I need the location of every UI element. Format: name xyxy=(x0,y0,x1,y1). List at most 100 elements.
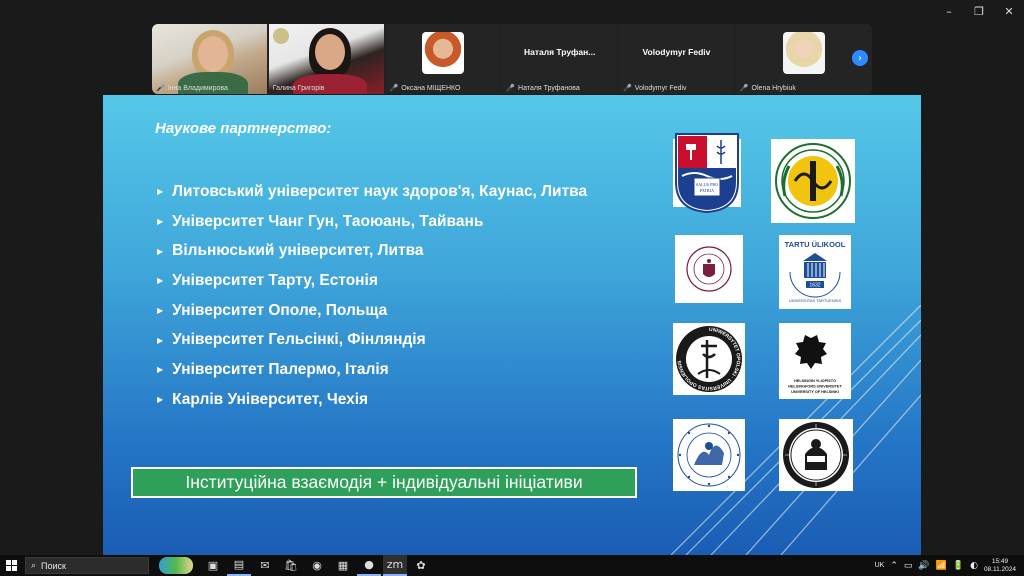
participant-tile[interactable]: Volodymyr Fediv 🎤 Volodymyr Fediv xyxy=(619,24,734,94)
helsinki-line-2: HELSINGFORS UNIVERSITET xyxy=(788,385,842,389)
system-tray: UK ⌃ ▭ 🔊 📶 🔋 ◐ 15:49 08.11.2024 xyxy=(875,555,1024,576)
folder-icon[interactable]: ▦ xyxy=(331,555,355,576)
list-item: ▶ Університет Гельсінкі, Фінляндія xyxy=(157,325,587,355)
participant-label: 🎤 Olena Hrybiuk xyxy=(740,84,796,92)
tartu-year: 1632 xyxy=(809,283,820,289)
partner-name: Литовський університет наук здоров'я, Ка… xyxy=(172,182,588,200)
participant-name: Volodymyr Fediv xyxy=(634,84,687,92)
zoom-icon[interactable]: zm xyxy=(383,555,407,576)
minimize-button[interactable]: – xyxy=(934,0,964,22)
list-item: ▶ Університет Тарту, Естонія xyxy=(157,266,587,296)
participant-tile[interactable]: 🎤 Інна Владимирова xyxy=(152,24,267,94)
language-indicator[interactable]: UK xyxy=(875,562,885,569)
participant-video xyxy=(268,24,384,94)
store-icon[interactable]: 🛍 xyxy=(279,555,303,576)
chevron-up-icon[interactable]: ⌃ xyxy=(890,561,898,571)
list-item: ▶ Університет Чанг Гун, Таоюань, Тайвань xyxy=(157,207,587,237)
participant-label: 🎤 Оксана МІЩЕНКО xyxy=(390,84,461,92)
list-item: ▶ Університет Ополе, Польща xyxy=(157,296,587,326)
meet-now-icon[interactable]: ◐ xyxy=(970,561,978,571)
network-icon[interactable]: 📶 xyxy=(936,561,947,571)
windows-taskbar: ⌕ Поиск ▣ ▤ ✉ 🛍 ◉ ▦ ● zm ✿ UK ⌃ ▭ 🔊 📶 🔋 … xyxy=(0,555,1024,576)
partner-name: Університет Ополе, Польща xyxy=(172,301,388,319)
svg-text:SALUS PRO: SALUS PRO xyxy=(696,182,718,187)
mic-muted-icon: 🎤 xyxy=(623,84,632,92)
list-item: ▶ Литовський університет наук здоров'я, К… xyxy=(157,177,587,207)
bullet-icon: ▶ xyxy=(157,395,164,405)
list-item: ▶ Університет Палермо, Італія xyxy=(157,355,587,385)
svg-text:PATRIA: PATRIA xyxy=(700,188,714,193)
participant-label: 🎤 Наталя Труфанова xyxy=(506,84,579,92)
bullet-icon: ▶ xyxy=(157,246,164,256)
file-explorer-icon[interactable]: ▤ xyxy=(227,555,251,576)
tartu-university-logo: TARTU ÜLIKOOL 1632 UNIVERSITAS TARTUENSI… xyxy=(779,235,851,309)
edge-icon[interactable]: ◉ xyxy=(305,555,329,576)
tartu-ring-text: UNIVERSITAS TARTUENSIS xyxy=(789,298,842,303)
participant-name: Olena Hrybiuk xyxy=(751,84,796,92)
clock[interactable]: 15:49 08.11.2024 xyxy=(984,558,1016,574)
participant-tile[interactable]: 🎤 Оксана МІЩЕНКО xyxy=(385,24,501,94)
participant-display-name: Volodymyr Fediv xyxy=(642,47,711,57)
bullet-icon: ▶ xyxy=(157,217,164,227)
bullet-icon: ▶ xyxy=(157,276,164,286)
partner-name: Карлів Університет, Чехія xyxy=(172,390,369,408)
partner-name: Університет Тарту, Естонія xyxy=(172,271,378,289)
mic-muted-icon: 🎤 xyxy=(506,84,516,92)
next-page-button[interactable]: › xyxy=(852,50,868,66)
start-button[interactable] xyxy=(0,555,22,576)
taskbar-search[interactable]: ⌕ Поиск xyxy=(25,557,149,574)
clock-time: 15:49 xyxy=(991,557,1009,565)
chrome-icon[interactable]: ● xyxy=(357,555,381,576)
participant-label: 🎤 Volodymyr Fediv xyxy=(623,84,686,92)
windows-icon xyxy=(5,560,17,571)
tartu-top-text: TARTU ÜLIKOOL xyxy=(785,240,846,249)
slide-title: Наукове партнерство: xyxy=(155,120,332,137)
participant-name: Інна Владимирова xyxy=(167,84,228,92)
avatar xyxy=(782,32,825,74)
avatar xyxy=(421,32,464,74)
task-view-icon[interactable]: ▣ xyxy=(201,555,225,576)
close-button[interactable]: ✕ xyxy=(994,0,1024,22)
participant-label: 🎤 Інна Владимирова xyxy=(156,84,228,92)
participant-name: Оксана МІЩЕНКО xyxy=(401,84,461,92)
partner-name: Університет Палермо, Італія xyxy=(172,360,389,378)
search-placeholder: Поиск xyxy=(41,560,66,571)
mic-muted-icon: 🎤 xyxy=(739,84,749,92)
participant-tile[interactable]: Наталя Труфан... 🎤 Наталя Труфанова xyxy=(502,24,618,94)
partner-name: Університет Чанг Гун, Таоюань, Тайвань xyxy=(172,212,484,230)
app-icon[interactable]: ✿ xyxy=(409,555,433,576)
participant-name: Наталя Труфанова xyxy=(518,84,580,92)
mail-icon[interactable]: ✉ xyxy=(253,555,277,576)
bullet-icon: ▶ xyxy=(157,335,164,345)
list-item: ▶ Вільнюський університет, Литва xyxy=(157,236,587,266)
mic-muted-icon: 🎤 xyxy=(156,84,165,92)
bullet-icon: ▶ xyxy=(157,187,164,197)
shared-screen-slide: Наукове партнерство: ▶ Литовський універс… xyxy=(103,95,921,555)
participant-tile[interactable]: 🎤 Olena Hrybiuk › xyxy=(735,24,872,94)
restore-button[interactable]: ❐ xyxy=(964,0,994,22)
battery-icon[interactable]: 🔋 xyxy=(953,561,964,571)
vilnius-university-logo xyxy=(675,235,743,303)
clock-date: 08.11.2024 xyxy=(983,565,1016,573)
search-icon: ⌕ xyxy=(31,560,37,571)
helsinki-line-1: HELSINGIN YLIOPISTO xyxy=(794,379,836,383)
partner-name: Університет Гельсінкі, Фінляндія xyxy=(172,331,426,349)
mic-muted-icon: 🎤 xyxy=(389,84,399,92)
participant-tile-active-speaker[interactable]: Галина Григорів xyxy=(268,24,384,94)
taskbar-apps: ▣ ▤ ✉ 🛍 ◉ ▦ ● zm ✿ xyxy=(201,555,433,576)
partner-list: ▶ Литовський університет наук здоров'я, К… xyxy=(157,177,587,415)
opole-university-logo: UNIWERSYTET OPOLSKI · UNIVERSITAS OPOLIE… xyxy=(673,323,745,395)
participant-name: Галина Григорів xyxy=(272,85,325,92)
charles-university-logo xyxy=(779,419,853,491)
chang-gung-university-logo xyxy=(771,139,855,223)
partner-name: Вільнюський університет, Литва xyxy=(172,242,424,260)
zoom-meeting-window: – ❐ ✕ 🎤 Інна Владимирова Галина Григорів xyxy=(0,0,1024,576)
window-controls: – ❐ ✕ xyxy=(934,0,1024,22)
volume-icon[interactable]: 🔊 xyxy=(918,561,929,571)
slide-footer-banner: Інституційна взаємодія + індивідуальні і… xyxy=(131,467,637,498)
list-item: ▶ Карлів Університет, Чехія xyxy=(157,385,587,415)
bullet-icon: ▶ xyxy=(157,306,164,316)
participant-label: Галина Григорів xyxy=(273,85,325,92)
display-icon[interactable]: ▭ xyxy=(904,561,913,571)
participant-display-name: Наталя Труфан... xyxy=(523,47,596,57)
